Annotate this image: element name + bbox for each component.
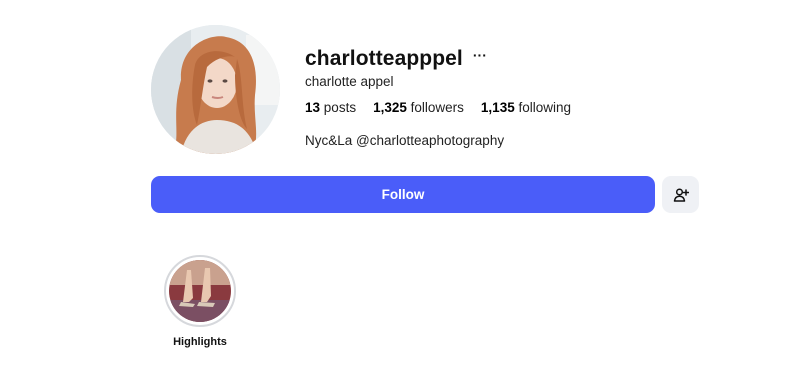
following-count: 1,135 [480,100,515,115]
username-row: charlotteapppel ··· [305,44,487,74]
profile-bio: Nyc&La @charlotteaphotography [305,133,505,148]
following-stat[interactable]: 1,135 following [481,100,571,115]
follow-button[interactable]: Follow [151,176,655,213]
add-user-button[interactable] [662,176,699,213]
followers-stat[interactable]: 1,325 followers [373,100,464,115]
posts-label: posts [323,100,357,115]
posts-stat: 13 posts [305,100,356,115]
followers-count: 1,325 [373,100,407,115]
avatar-photo [151,25,280,154]
followers-label: followers [410,100,464,115]
person-add-icon [673,187,689,202]
full-name: charlotte appel [305,74,394,89]
profile-avatar[interactable] [151,25,280,154]
highlight-label: Highlights [173,336,227,348]
highlight-item[interactable] [164,255,236,327]
following-label: following [518,100,572,115]
username: charlotteapppel [305,47,463,70]
posts-count: 13 [305,100,321,115]
profile-stats: 13 posts 1,325 followers 1,135 following [305,100,588,115]
more-options-button[interactable]: ··· [473,48,487,62]
highlight-cover [169,260,231,322]
highlight-cover-image [169,260,231,322]
